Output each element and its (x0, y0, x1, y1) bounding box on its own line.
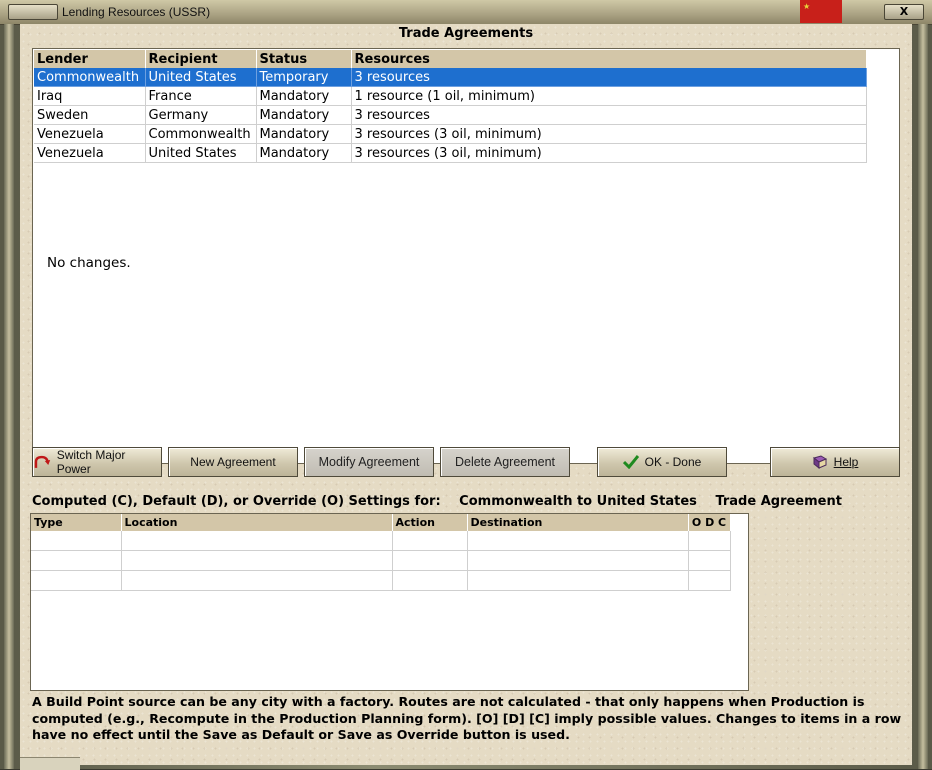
agreement-row[interactable]: Venezuela Commonwealth Mandatory 3 resou… (34, 124, 867, 144)
column-header-action[interactable]: Action (392, 514, 468, 531)
settings-target: Commonwealth to United States (459, 494, 697, 509)
cell-resources: 1 resource (1 oil, minimum) (351, 86, 867, 106)
close-button[interactable]: X (884, 4, 924, 20)
cell-lender: Venezuela (34, 143, 146, 163)
cell-resources: 3 resources (3 oil, minimum) (351, 124, 867, 144)
settings-cell[interactable] (121, 531, 393, 551)
settings-cell[interactable] (392, 531, 468, 551)
ok-done-button[interactable]: OK - Done (597, 447, 727, 477)
settings-label: Computed (C), Default (D), or Override (… (32, 494, 441, 509)
cell-status: Mandatory (256, 105, 352, 125)
settings-cell[interactable] (392, 550, 468, 571)
agreement-row[interactable]: Venezuela United States Mandatory 3 reso… (34, 143, 867, 163)
settings-cell[interactable] (467, 550, 689, 571)
agreement-row[interactable]: Commonwealth United States Temporary 3 r… (34, 68, 867, 87)
modify-agreement-button[interactable]: Modify Agreement (304, 447, 434, 477)
settings-row[interactable] (31, 570, 731, 591)
agreement-row[interactable]: Sweden Germany Mandatory 3 resources (34, 105, 867, 125)
cell-recipient: Commonwealth (145, 124, 257, 144)
cell-status: Mandatory (256, 124, 352, 144)
column-header-destination[interactable]: Destination (467, 514, 689, 531)
title-bar[interactable]: Lending Resources (USSR) ★ X (0, 0, 932, 25)
settings-cell[interactable] (688, 570, 731, 591)
column-header-recipient[interactable]: Recipient (145, 50, 257, 68)
main-panel: Trade Agreements Lender Recipient Status… (20, 24, 912, 765)
column-header-location[interactable]: Location (121, 514, 393, 531)
settings-cell[interactable] (467, 570, 689, 591)
left-frame-rail (4, 24, 14, 769)
cell-recipient: Germany (145, 105, 257, 125)
agreements-grid[interactable]: Lender Recipient Status Resources Common… (32, 48, 900, 464)
column-header-resources[interactable]: Resources (351, 50, 867, 68)
settings-row[interactable] (31, 550, 731, 571)
settings-kind: Trade Agreement (715, 494, 842, 509)
switch-major-power-label: Switch Major Power (56, 448, 126, 476)
cell-recipient: United States (145, 68, 257, 87)
column-header-type[interactable]: Type (31, 514, 122, 531)
flag-emblem-icon: ★ (803, 2, 811, 11)
cell-lender: Iraq (34, 86, 146, 106)
delete-agreement-button[interactable]: Delete Agreement (440, 447, 570, 477)
cell-recipient: France (145, 86, 257, 106)
settings-heading: Computed (C), Default (D), or Override (… (32, 494, 842, 509)
settings-header-row: Type Location Action Destination O D C (31, 514, 731, 531)
window-title: Lending Resources (USSR) (62, 5, 211, 19)
settings-cell[interactable] (392, 570, 468, 591)
page-title: Trade Agreements (398, 26, 534, 41)
settings-grid[interactable]: Type Location Action Destination O D C (30, 513, 749, 691)
delete-agreement-label: Delete Agreement (454, 455, 556, 469)
settings-cell[interactable] (121, 570, 393, 591)
agreements-table: Lender Recipient Status Resources Common… (34, 50, 867, 163)
cell-lender: Venezuela (34, 124, 146, 144)
new-agreement-label: New Agreement (190, 455, 276, 469)
book-icon (812, 455, 827, 469)
footer-note: A Build Point source can be any city wit… (32, 694, 902, 742)
status-message: No changes. (47, 255, 131, 271)
cell-status: Temporary (256, 68, 352, 87)
cell-lender: Commonwealth (34, 68, 146, 87)
bottom-frame-decoration (20, 757, 80, 770)
ok-done-label: OK - Done (644, 455, 702, 469)
settings-cell[interactable] (467, 531, 689, 551)
agreement-row[interactable]: Iraq France Mandatory 1 resource (1 oil,… (34, 86, 867, 106)
cell-status: Mandatory (256, 86, 352, 106)
cell-recipient: United States (145, 143, 257, 163)
cell-lender: Sweden (34, 105, 146, 125)
settings-cell[interactable] (688, 550, 731, 571)
cell-resources: 3 resources (3 oil, minimum) (351, 143, 867, 163)
modify-agreement-label: Modify Agreement (318, 455, 420, 469)
help-button[interactable]: Help (770, 447, 900, 477)
settings-cell[interactable] (688, 531, 731, 551)
right-frame-rail (918, 24, 928, 769)
switch-major-power-button[interactable]: Switch Major Power (32, 447, 162, 477)
settings-table: Type Location Action Destination O D C (31, 514, 731, 591)
settings-cell[interactable] (31, 570, 122, 591)
settings-cell[interactable] (121, 550, 393, 571)
cell-status: Mandatory (256, 143, 352, 163)
settings-cell[interactable] (31, 550, 122, 571)
system-menu-button[interactable] (8, 4, 58, 20)
settings-cell[interactable] (31, 531, 122, 551)
checkmark-icon (622, 455, 639, 469)
column-header-status[interactable]: Status (256, 50, 352, 68)
cell-resources: 3 resources (351, 105, 867, 125)
column-header-odc[interactable]: O D C (688, 514, 731, 531)
cell-resources: 3 resources (351, 68, 867, 87)
help-label: Help (833, 455, 859, 469)
settings-row[interactable] (31, 531, 731, 551)
new-agreement-button[interactable]: New Agreement (168, 447, 298, 477)
column-header-lender[interactable]: Lender (34, 50, 146, 68)
agreements-header-row: Lender Recipient Status Resources (34, 50, 867, 68)
curved-arrow-icon (34, 455, 51, 468)
